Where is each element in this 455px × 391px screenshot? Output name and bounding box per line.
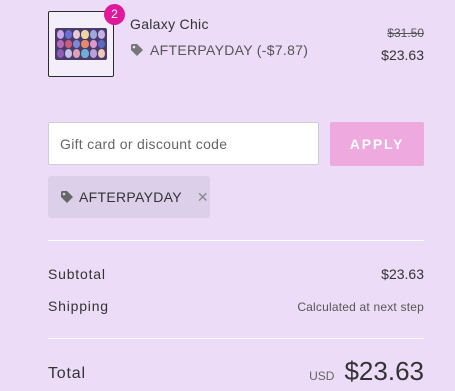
product-thumbnail [48,11,114,77]
shipping-label: Shipping [48,298,109,314]
product-name: Galaxy Chic [130,16,209,32]
total-amount: $23.63 [344,356,424,386]
currency-code: USD [309,369,335,383]
tag-icon [131,44,143,56]
tag-icon [61,191,73,203]
item-price: $23.63 [381,47,424,63]
divider [48,338,424,339]
discount-code-input[interactable] [48,122,319,165]
order-summary: 2 Galaxy Chic AFTERPAYDAY (-$7.87) $31.5… [48,0,424,391]
applied-discount-chip: AFTERPAYDAY ✕ [48,176,210,218]
item-discount: AFTERPAYDAY (-$7.87) [130,42,308,58]
item-discount-label: AFTERPAYDAY (-$7.87) [150,42,309,58]
total-value: USD $23.63 [309,356,424,387]
product-thumbnail-wrapper: 2 [48,4,125,77]
close-icon[interactable]: ✕ [197,189,209,206]
applied-code-label: AFTERPAYDAY [79,189,182,205]
subtotal-value: $23.63 [381,266,424,282]
original-price: $31.50 [387,26,424,40]
total-label: Total [48,365,86,382]
divider [48,240,424,241]
shipping-value: Calculated at next step [297,300,424,314]
apply-button[interactable]: APPLY [330,122,424,166]
quantity-badge: 2 [104,4,125,25]
eyeshadow-palette-image [55,28,107,60]
subtotal-label: Subtotal [48,266,106,282]
